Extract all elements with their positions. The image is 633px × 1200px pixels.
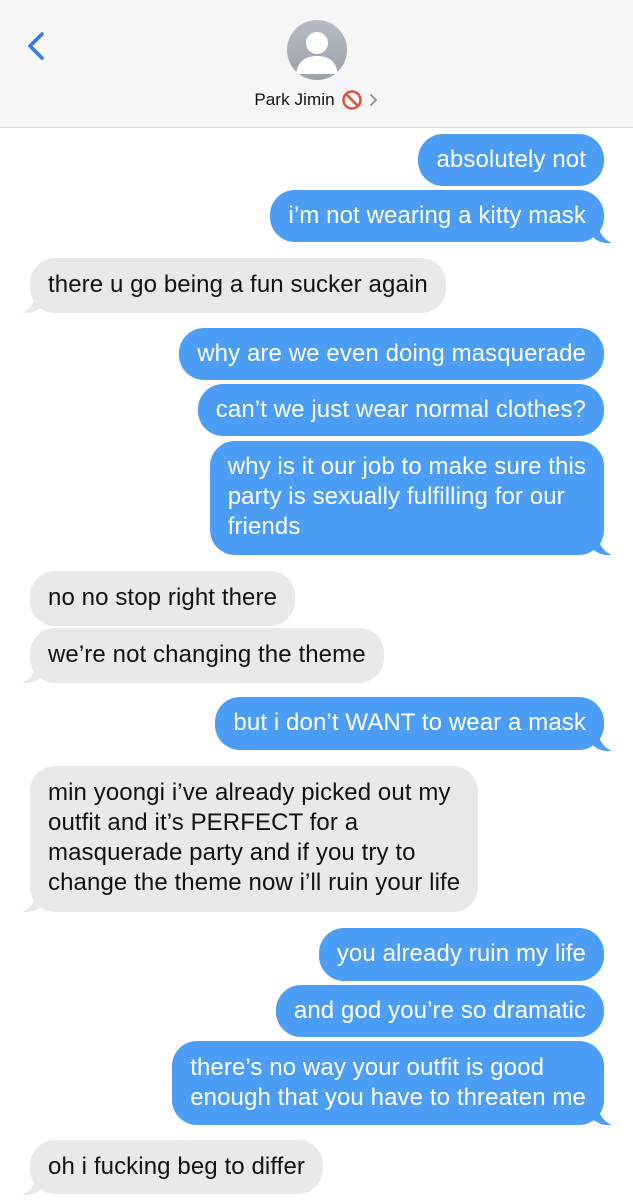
outgoing-message[interactable]: why are we even doing masquerade (179, 328, 604, 380)
bubble-tail (22, 662, 42, 684)
bubble-tail (592, 222, 612, 244)
chevron-left-icon (28, 32, 44, 60)
incoming-message[interactable]: there u go being a fun sucker again (30, 258, 446, 313)
outgoing-message[interactable]: there’s no way your outfit is good enoug… (172, 1041, 604, 1125)
contact-name: Park Jimin (254, 90, 335, 109)
bubble-tail (22, 292, 42, 314)
bubble-tail (22, 891, 42, 913)
incoming-message[interactable]: oh i fucking beg to differ (30, 1140, 323, 1194)
outgoing-message[interactable]: why is it our job to make sure this part… (209, 441, 604, 555)
outgoing-message[interactable]: i’m not wearing a kitty mask (270, 190, 604, 242)
contact-avatar[interactable] (287, 20, 347, 80)
outgoing-message[interactable]: but i don’t WANT to wear a mask (215, 697, 604, 750)
chevron-right-icon (369, 94, 377, 106)
bubble-tail (592, 1104, 612, 1126)
incoming-message[interactable]: we’re not changing the theme (30, 628, 384, 683)
outgoing-message[interactable]: and god you’re so dramatic (275, 985, 604, 1037)
incoming-message[interactable]: no no stop right there (30, 571, 296, 626)
outgoing-message[interactable]: can’t we just wear normal clothes? (197, 384, 604, 436)
outgoing-message[interactable]: absolutely not (418, 134, 604, 186)
incoming-message[interactable]: min yoongi i’ve already picked out my ou… (30, 766, 479, 912)
back-button[interactable] (22, 28, 54, 68)
prohibited-icon (341, 90, 362, 110)
bubble-tail (592, 730, 612, 752)
outgoing-message[interactable]: you already ruin my life (318, 928, 604, 981)
bubble-tail (22, 1174, 42, 1196)
conversation-header: Park Jimin (0, 0, 633, 128)
person-silhouette-icon (296, 32, 338, 74)
bubble-tail (592, 534, 612, 556)
contact-name-row[interactable]: Park Jimin (0, 89, 633, 111)
